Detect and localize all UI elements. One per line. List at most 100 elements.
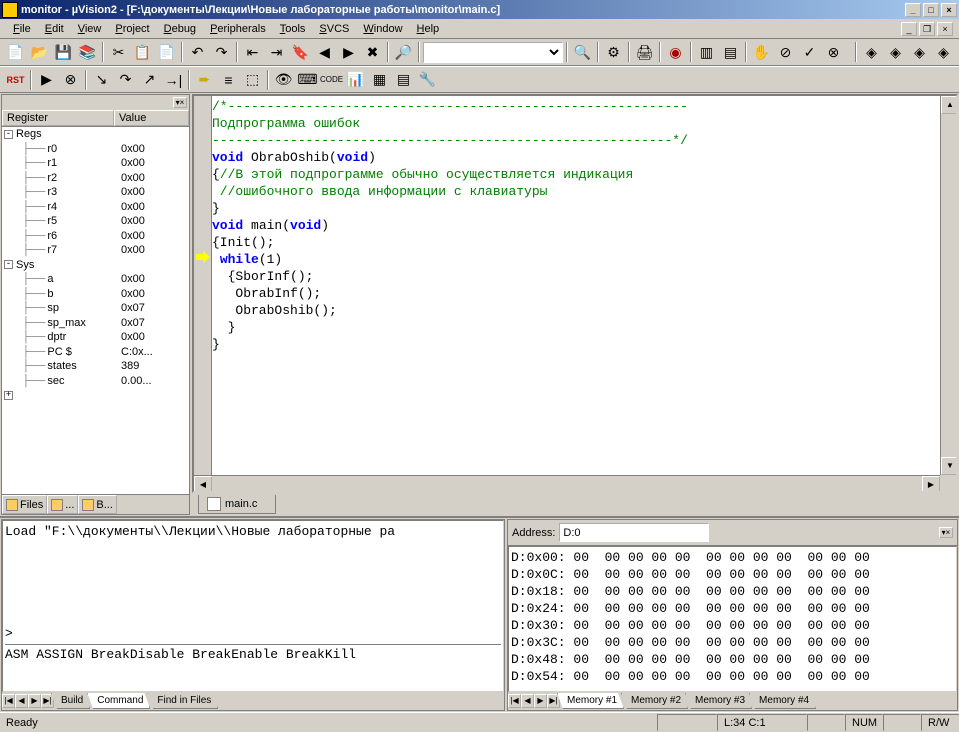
tab-nav-last-icon[interactable]: ▶| (41, 694, 54, 708)
find-in-files-icon[interactable]: 🔎 (392, 41, 415, 63)
register-row[interactable]: ├──r30x00 (2, 185, 189, 200)
new-file-icon[interactable]: 📄 (4, 41, 27, 63)
maximize-button[interactable]: □ (923, 3, 939, 17)
reset-icon[interactable]: RST (4, 69, 27, 91)
kill-breakpoints-icon[interactable]: ⊘ (774, 41, 797, 63)
output-window-icon[interactable]: ▤ (719, 41, 742, 63)
pane-close-icon[interactable]: ▾× (173, 97, 187, 108)
mem-tab-nav-last-icon[interactable]: ▶| (547, 694, 560, 708)
register-row[interactable]: ├──r60x00 (2, 229, 189, 244)
step-over-icon[interactable]: ↷ (114, 69, 137, 91)
register-row[interactable]: - Regs (2, 127, 189, 142)
register-row[interactable]: ├──a0x00 (2, 272, 189, 287)
menu-edit[interactable]: Edit (38, 21, 71, 37)
breakpoint-icon[interactable]: ✋ (750, 41, 773, 63)
toolbox-icon[interactable]: 🔧 (416, 69, 439, 91)
debug-icon[interactable]: ◉ (664, 41, 687, 63)
register-row[interactable]: ├──b0x00 (2, 287, 189, 302)
horizontal-scrollbar[interactable] (194, 475, 940, 491)
register-row[interactable]: ├──sp_max0x07 (2, 316, 189, 331)
project-window-icon[interactable]: ▥ (695, 41, 718, 63)
register-row[interactable]: ├──r50x00 (2, 214, 189, 229)
address-input[interactable] (559, 523, 709, 542)
bookmark-next-icon[interactable]: ▶ (337, 41, 360, 63)
tool-icon-1[interactable]: ◈ (860, 41, 883, 63)
memory-tab[interactable]: Memory #3 (685, 693, 752, 709)
register-row[interactable]: ├──r10x00 (2, 156, 189, 171)
mem-tab-nav-next-icon[interactable]: ▶ (534, 694, 547, 708)
register-row[interactable]: ├──r20x00 (2, 171, 189, 186)
header-register[interactable]: Register (2, 110, 114, 126)
redo-icon[interactable]: ↷ (210, 41, 233, 63)
menu-project[interactable]: Project (108, 21, 156, 37)
menu-peripherals[interactable]: Peripherals (203, 21, 273, 37)
register-row[interactable]: ├──sp0x07 (2, 301, 189, 316)
save-icon[interactable]: 💾 (52, 41, 75, 63)
enable-breakpoints-icon[interactable]: ✓ (798, 41, 821, 63)
step-out-icon[interactable]: ↗ (138, 69, 161, 91)
register-row[interactable]: ├──dptr0x00 (2, 330, 189, 345)
memory-tab[interactable]: Memory #4 (749, 693, 816, 709)
undo-icon[interactable]: ↶ (186, 41, 209, 63)
mdi-restore-button[interactable]: ❐ (919, 22, 935, 36)
project-tab[interactable]: B... (78, 495, 117, 514)
mdi-minimize-button[interactable]: _ (901, 22, 917, 36)
mdi-close-button[interactable]: × (937, 22, 953, 36)
menu-view[interactable]: View (71, 21, 109, 37)
tool-icon-4[interactable]: ◈ (932, 41, 955, 63)
register-row[interactable]: ├──states389 (2, 359, 189, 374)
register-row[interactable]: ├──sec0.00... (2, 374, 189, 389)
output-prompt[interactable]: > (5, 625, 501, 642)
stop-icon[interactable]: ⊗ (59, 69, 82, 91)
trace-icon[interactable]: ⬚ (241, 69, 264, 91)
mem-tab-nav-prev-icon[interactable]: ◀ (521, 694, 534, 708)
cut-icon[interactable]: ✂ (107, 41, 130, 63)
copy-icon[interactable]: 📋 (131, 41, 154, 63)
tab-nav-prev-icon[interactable]: ◀ (15, 694, 28, 708)
menu-tools[interactable]: Tools (273, 21, 313, 37)
output-tab[interactable]: Command (87, 693, 150, 709)
menu-file[interactable]: File (6, 21, 38, 37)
header-value[interactable]: Value (114, 110, 189, 126)
memory-icon[interactable]: ▦ (368, 69, 391, 91)
vertical-scrollbar[interactable] (940, 96, 956, 475)
output-tab[interactable]: Build (51, 693, 90, 709)
command-output[interactable]: Load "F:\\документы\\Лекции\\Новые лабор… (2, 520, 504, 692)
save-all-icon[interactable]: 📚 (76, 41, 99, 63)
file-tab-main-c[interactable]: main.c (198, 495, 276, 514)
memory-tab[interactable]: Memory #2 (621, 693, 688, 709)
register-tree[interactable]: - Regs├──r00x00├──r10x00├──r20x00├──r30x… (2, 127, 189, 494)
tab-nav-first-icon[interactable]: |◀ (2, 694, 15, 708)
menu-debug[interactable]: Debug (157, 21, 203, 37)
menu-window[interactable]: Window (356, 21, 409, 37)
indent-right-icon[interactable]: ⇥ (265, 41, 288, 63)
project-tab[interactable]: ... (47, 495, 78, 514)
code-editor[interactable]: /*--------------------------------------… (192, 94, 958, 493)
register-row[interactable]: - Sys (2, 258, 189, 273)
menu-svcs[interactable]: SVCS (312, 21, 356, 37)
bookmark-icon[interactable]: 🔖 (289, 41, 312, 63)
disable-breakpoints-icon[interactable]: ⊗ (822, 41, 845, 63)
close-button[interactable]: × (941, 3, 957, 17)
print-icon[interactable]: 🖨 (633, 41, 656, 63)
watch-icon[interactable]: 👁 (272, 69, 295, 91)
memory-close-icon[interactable]: ▾× (939, 527, 953, 538)
step-into-icon[interactable]: ↘ (90, 69, 113, 91)
tool-icon-3[interactable]: ◈ (908, 41, 931, 63)
memory-dump[interactable]: D:0x00: 00 00 00 00 00 00 00 00 00 00 00… (508, 546, 957, 692)
memory-tab[interactable]: Memory #1 (557, 693, 624, 709)
register-row[interactable]: ├──r00x00 (2, 142, 189, 157)
show-next-icon[interactable]: ➨ (193, 69, 216, 91)
paste-icon[interactable]: 📄 (155, 41, 178, 63)
symbols-icon[interactable]: ▤ (392, 69, 415, 91)
register-row[interactable]: ├──r70x00 (2, 243, 189, 258)
find-icon[interactable]: 🔍 (571, 41, 594, 63)
menu-help[interactable]: Help (410, 21, 447, 37)
run-icon[interactable]: ▶ (35, 69, 58, 91)
register-row[interactable]: ├──PC $C:0x... (2, 345, 189, 360)
serial-icon[interactable]: ⌨ (296, 69, 319, 91)
register-row[interactable]: + (2, 388, 189, 403)
output-tab[interactable]: Find in Files (147, 693, 218, 709)
find-combo[interactable] (423, 42, 563, 63)
register-row[interactable]: ├──r40x00 (2, 200, 189, 215)
